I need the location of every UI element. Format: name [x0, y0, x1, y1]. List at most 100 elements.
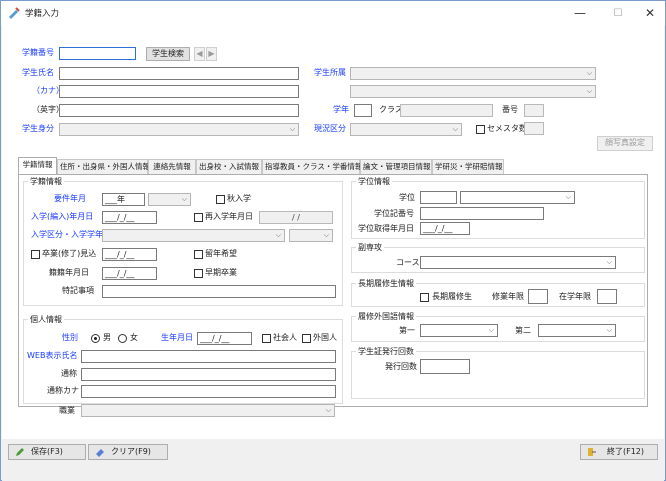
app-icon	[9, 7, 20, 19]
zaiseki-label: 籍籍年月日	[49, 268, 89, 277]
kojin-group-title: 個人情報	[28, 315, 64, 325]
clear-button[interactable]: クリア(F9)	[88, 444, 168, 460]
mibun-select[interactable]: ⌵	[59, 123, 299, 136]
maximize-button[interactable]: ☐	[601, 1, 635, 25]
second-lang-label: 第二	[515, 326, 531, 335]
bango-input[interactable]	[524, 104, 544, 117]
shozoku2-select[interactable]: ⌵	[350, 85, 596, 98]
gaikoku-checkbox[interactable]	[302, 334, 311, 343]
tsusho-kana-label: 通称カナ	[47, 386, 79, 395]
gakui-kiban-label: 学位記番号	[374, 209, 414, 218]
student-search-button[interactable]: 学生検索	[146, 47, 190, 61]
prev-button[interactable]: ◀	[194, 47, 205, 61]
clear-button-label: クリア(F9)	[111, 447, 151, 456]
gakunen-select[interactable]: ⌵	[289, 229, 333, 242]
hakko-group	[351, 351, 645, 399]
female-radio[interactable]	[118, 334, 127, 343]
gakui-input[interactable]	[420, 191, 457, 204]
chevron-down-icon: ⌵	[452, 125, 458, 133]
genkyo-label: 現況区分	[314, 124, 346, 133]
save-button[interactable]: 保存(F3)	[8, 444, 86, 460]
close-button[interactable]: ✕	[633, 1, 666, 25]
shu-nyugaku-label: 秋入学	[227, 194, 251, 203]
tab-insurance[interactable]: 学研災・学研賠情報	[432, 159, 504, 174]
sainyu-checkbox[interactable]	[194, 213, 203, 222]
tokki-input[interactable]	[102, 285, 336, 298]
ryunen-label: 留年希望	[205, 249, 237, 258]
tab-address[interactable]: 住所・出身県・外国人情報	[57, 159, 150, 174]
fukusenkou-group-title: 副専攻	[356, 243, 384, 253]
zaiseki-date-input[interactable]: ___/_/__	[102, 267, 157, 280]
tsusho-label: 通称	[61, 369, 77, 378]
course-select[interactable]: ⌵	[420, 256, 616, 269]
kana-input[interactable]	[59, 85, 299, 98]
exit-button[interactable]: 終了(F12)	[580, 444, 658, 460]
souki-checkbox[interactable]	[194, 269, 203, 278]
gakuseki-no-input[interactable]	[59, 47, 136, 60]
tsusho-input[interactable]	[81, 368, 336, 381]
hakko-count-input[interactable]	[420, 359, 470, 374]
shakaijin-checkbox[interactable]	[262, 334, 271, 343]
tab-contact[interactable]: 連絡先情報	[148, 159, 196, 174]
gakuseki-no-label: 学籍番号	[22, 48, 54, 57]
ryunen-checkbox[interactable]	[194, 250, 203, 259]
birth-date-input[interactable]: ___/_/__	[197, 332, 252, 345]
mibun-label: 学生身分	[22, 124, 54, 133]
tab-advisor[interactable]: 指導教員・クラス・学番情報	[262, 159, 362, 174]
sotsugyo-date-input[interactable]: ___/_/__	[102, 248, 157, 261]
photo-setting-button[interactable]: 顔写真設定	[597, 136, 653, 151]
sainyu-date-input[interactable]: / /	[259, 211, 333, 224]
tab-thesis[interactable]: 論文・管理項目情報	[360, 159, 432, 174]
footer-toolbar: 保存(F3) クリア(F9) 終了(F12)	[2, 439, 664, 481]
next-button[interactable]: ▶	[206, 47, 217, 61]
gakui-select[interactable]: ⌵	[460, 191, 575, 204]
web-name-label: WEB表示氏名	[27, 351, 78, 360]
sotsugyo-checkbox[interactable]	[31, 250, 40, 259]
nyugaku-date-input[interactable]: ___/_/__	[102, 211, 157, 224]
yoken-label: 要件年月	[54, 194, 86, 203]
gaikokugo-group-title: 履修外国語情報	[356, 312, 416, 322]
tsusho-kana-input[interactable]	[81, 385, 336, 398]
gakui-date-input[interactable]: ___/_/__	[420, 222, 470, 235]
second-lang-select[interactable]: ⌵	[538, 324, 616, 337]
gakui-label: 学位	[399, 193, 415, 202]
name-label: 学生氏名	[22, 68, 54, 77]
first-lang-select[interactable]: ⌵	[420, 324, 498, 337]
name-input[interactable]	[59, 67, 299, 80]
yoken-select[interactable]: ⌵	[148, 193, 191, 206]
tab-gakuseki[interactable]: 学籍情報	[18, 157, 57, 174]
chevron-down-icon: ⌵	[289, 125, 295, 133]
tokki-label: 特記事項	[62, 286, 94, 295]
chevron-down-icon: ⌵	[325, 406, 331, 414]
app-window: 学籍入力 — ☐ ✕ 学籍番号 学生検索 ◀ ▶ 学生氏名 学生所属 ⌵ （カナ…	[0, 0, 666, 481]
window-title: 学籍入力	[25, 9, 60, 19]
choki-checkbox[interactable]	[420, 293, 429, 302]
semester-checkbox[interactable]	[476, 125, 485, 134]
minimize-button[interactable]: —	[563, 1, 597, 25]
gakunen-label: 学年	[333, 105, 349, 114]
web-name-input[interactable]	[81, 350, 336, 363]
main-content: 学籍番号 学生検索 ◀ ▶ 学生氏名 学生所属 ⌵ （カナ） ⌵ （英字） 学年…	[2, 25, 664, 439]
shugyo-input[interactable]	[528, 289, 548, 304]
shozoku-select[interactable]: ⌵	[350, 67, 596, 80]
chevron-down-icon: ⌵	[586, 87, 592, 95]
male-radio[interactable]	[91, 334, 100, 343]
zaigaku-input[interactable]	[597, 289, 617, 304]
shu-nyugaku-checkbox[interactable]	[216, 195, 225, 204]
shokugyo-select[interactable]: ⌵	[81, 404, 335, 417]
eiji-input[interactable]	[59, 104, 299, 117]
gakui-kiban-input[interactable]	[420, 207, 544, 220]
yoken-input[interactable]: ___年	[102, 193, 145, 206]
chevron-down-icon: ⌵	[323, 231, 329, 239]
kubun-select[interactable]: ⌵	[102, 229, 285, 242]
semester-input[interactable]	[524, 122, 544, 135]
gaikoku-label: 外国人	[313, 333, 337, 342]
tab-school[interactable]: 出身校・入試情報	[196, 159, 262, 174]
seibetsu-label: 性別	[62, 333, 78, 342]
souki-label: 早期卒業	[205, 268, 237, 277]
shozoku-label: 学生所属	[314, 68, 346, 77]
pencil-icon	[16, 448, 24, 456]
class-input[interactable]	[400, 104, 493, 117]
genkyo-select[interactable]: ⌵	[350, 123, 462, 136]
gakunen-input[interactable]	[354, 104, 372, 117]
